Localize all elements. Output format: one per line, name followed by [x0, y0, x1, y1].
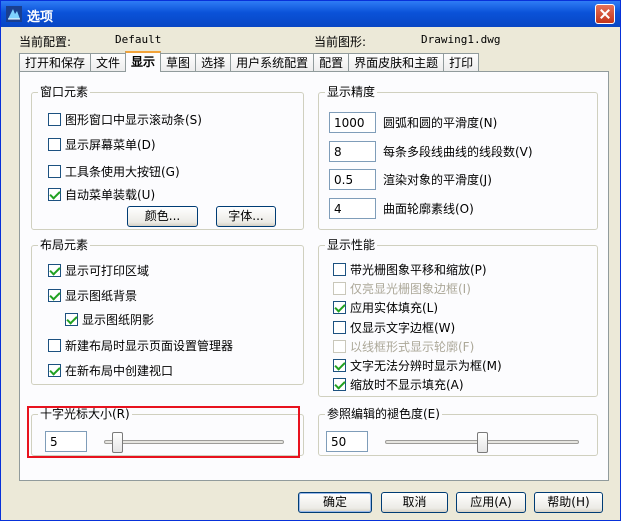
wireframe-silhouette-checkbox	[333, 340, 346, 353]
polyline-segments-label: 每条多段线曲线的线段数(V)	[383, 145, 533, 159]
auto-menu-checkbox[interactable]	[48, 188, 61, 201]
raster-pan-zoom-label: 带光栅图象平移和缩放(P)	[350, 263, 487, 277]
checkbox-row-text-frame[interactable]: 仅显示文字边框(W)	[333, 319, 455, 336]
arc-smoothness-input[interactable]	[329, 112, 376, 133]
page-setup-manager-label: 新建布局时显示页面设置管理器	[65, 339, 234, 353]
title-bar[interactable]: 选项	[1, 1, 620, 27]
screen-menu-checkbox[interactable]	[48, 138, 61, 151]
checkbox-row-printable-area[interactable]: 显示可打印区域	[48, 262, 149, 279]
auto-menu-label: 自动菜单装载(U)	[65, 188, 156, 202]
checkbox-row-auto-menu[interactable]: 自动菜单装载(U)	[48, 186, 155, 203]
checkbox-row-create-viewport[interactable]: 在新布局中创建视口	[48, 362, 173, 379]
text-as-box-checkbox[interactable]	[333, 359, 346, 372]
crosshair-size-slider-track[interactable]	[104, 440, 284, 444]
options-dialog: 选项 当前配置: Default 当前图形: Drawing1.dwg 打开和保…	[0, 0, 621, 521]
display-performance-group: 显示性能 带光栅图象平移和缩放(P) 仅亮显光栅图象边框(I) 应用实体填充(L…	[318, 237, 598, 397]
checkbox-row-page-setup-manager[interactable]: 新建布局时显示页面设置管理器	[48, 337, 233, 354]
render-smoothness-label: 渲染对象的平滑度(J)	[383, 173, 492, 187]
help-button[interactable]: 帮助(H)	[534, 492, 603, 513]
contour-lines-label: 曲面轮廓素线(O)	[383, 202, 474, 216]
display-performance-title: 显示性能	[325, 237, 378, 253]
checkbox-row-raster-pan-zoom[interactable]: 带光栅图象平移和缩放(P)	[333, 261, 487, 278]
arc-smoothness-label: 圆弧和圆的平滑度(N)	[383, 116, 498, 130]
cancel-button[interactable]: 取消	[381, 492, 448, 513]
large-buttons-label: 工具条使用大按钮(G)	[65, 165, 180, 179]
scrollbars-label: 图形窗口中显示滚动条(S)	[65, 113, 202, 127]
tab-profiles[interactable]: 配置	[313, 53, 350, 72]
raster-pan-zoom-checkbox[interactable]	[333, 263, 346, 276]
checkbox-row-solid-fill[interactable]: 应用实体填充(L)	[333, 299, 438, 316]
wireframe-silhouette-label: 以线框形式显示轮廓(F)	[350, 340, 475, 354]
tab-files[interactable]: 文件	[90, 53, 127, 72]
tab-selection[interactable]: 选择	[195, 53, 232, 72]
contour-lines-input[interactable]	[329, 198, 376, 219]
xref-fading-slider-thumb[interactable]	[476, 432, 488, 453]
tab-skin-theme[interactable]: 界面皮肤和主题	[348, 53, 445, 72]
tab-open-save[interactable]: 打开和保存	[19, 53, 92, 72]
checkbox-row-paper-shadow[interactable]: 显示图纸阴影	[65, 311, 154, 328]
text-frame-label: 仅显示文字边框(W)	[350, 321, 456, 335]
printable-area-checkbox[interactable]	[48, 264, 61, 277]
checkbox-row-screen-menu[interactable]: 显示屏幕菜单(D)	[48, 136, 156, 153]
raster-frame-only-checkbox	[333, 282, 346, 295]
crosshair-size-group: 十字光标大小(R)	[31, 406, 304, 456]
tab-user-preferences[interactable]: 用户系统配置	[230, 53, 315, 72]
window-elements-title: 窗口元素	[38, 84, 91, 100]
apply-button[interactable]: 应用(A)	[456, 492, 526, 513]
xref-fading-input[interactable]	[326, 431, 368, 452]
paper-background-label: 显示图纸背景	[65, 289, 138, 303]
create-viewport-label: 在新布局中创建视口	[65, 364, 174, 378]
no-fill-zoom-label: 缩放时不显示填充(A)	[350, 378, 464, 392]
paper-shadow-label: 显示图纸阴影	[82, 313, 155, 327]
crosshair-size-input[interactable]	[45, 431, 87, 452]
printable-area-label: 显示可打印区域	[65, 264, 150, 278]
layout-elements-group: 布局元素 显示可打印区域 显示图纸背景 显示图纸阴影 新建布局时显示页面设置管理…	[31, 237, 304, 385]
checkbox-row-large-buttons[interactable]: 工具条使用大按钮(G)	[48, 163, 180, 180]
paper-shadow-checkbox[interactable]	[65, 313, 78, 326]
close-button[interactable]	[595, 4, 615, 24]
render-smoothness-input[interactable]	[329, 169, 376, 190]
fonts-button[interactable]: 字体...	[216, 206, 276, 227]
create-viewport-checkbox[interactable]	[48, 364, 61, 377]
checkbox-row-no-fill-zoom[interactable]: 缩放时不显示填充(A)	[333, 376, 464, 393]
page-setup-manager-checkbox[interactable]	[48, 339, 61, 352]
tab-plot[interactable]: 打印	[443, 53, 480, 72]
app-logo-icon	[6, 6, 22, 22]
window-title: 选项	[27, 10, 54, 25]
xref-fading-group: 参照编辑的褪色度(E)	[318, 406, 598, 456]
layout-elements-title: 布局元素	[38, 237, 91, 253]
raster-frame-only-label: 仅亮显光栅图象边框(I)	[350, 282, 471, 296]
checkbox-row-paper-background[interactable]: 显示图纸背景	[48, 287, 137, 304]
colors-button[interactable]: 颜色...	[127, 206, 198, 227]
tab-display[interactable]: 显示	[125, 51, 162, 72]
checkbox-row-wireframe-silhouette: 以线框形式显示轮廓(F)	[333, 338, 474, 355]
text-frame-checkbox[interactable]	[333, 321, 346, 334]
scrollbars-checkbox[interactable]	[48, 113, 61, 126]
current-drawing-label: 当前图形:	[314, 35, 367, 49]
checkbox-row-text-as-box[interactable]: 文字无法分辨时显示为框(M)	[333, 357, 502, 374]
display-precision-title: 显示精度	[325, 84, 378, 100]
current-profile-value: Default	[115, 33, 162, 46]
large-buttons-checkbox[interactable]	[48, 165, 61, 178]
text-as-box-label: 文字无法分辨时显示为框(M)	[350, 359, 502, 373]
xref-fading-title: 参照编辑的褪色度(E)	[325, 406, 442, 422]
screen-menu-label: 显示屏幕菜单(D)	[65, 138, 156, 152]
current-drawing-value: Drawing1.dwg	[421, 33, 501, 46]
ok-button[interactable]: 确定	[298, 492, 372, 513]
display-precision-group: 显示精度 圆弧和圆的平滑度(N) 每条多段线曲线的线段数(V) 渲染对象的平滑度…	[318, 84, 598, 230]
crosshair-size-title: 十字光标大小(R)	[38, 406, 132, 422]
checkbox-row-scrollbars[interactable]: 图形窗口中显示滚动条(S)	[48, 111, 202, 128]
no-fill-zoom-checkbox[interactable]	[333, 378, 346, 391]
checkbox-row-raster-frame-only: 仅亮显光栅图象边框(I)	[333, 280, 471, 297]
display-tab-panel: 窗口元素 图形窗口中显示滚动条(S) 显示屏幕菜单(D) 工具条使用大按钮(G)…	[19, 71, 609, 481]
window-elements-group: 窗口元素 图形窗口中显示滚动条(S) 显示屏幕菜单(D) 工具条使用大按钮(G)…	[31, 84, 304, 230]
tab-strip: 打开和保存 文件 显示 草图 选择 用户系统配置 配置 界面皮肤和主题 打印	[19, 51, 480, 72]
current-profile-label: 当前配置:	[19, 35, 72, 49]
solid-fill-label: 应用实体填充(L)	[350, 301, 439, 315]
tab-drafting[interactable]: 草图	[160, 53, 197, 72]
crosshair-size-slider-thumb[interactable]	[112, 432, 124, 453]
polyline-segments-input[interactable]	[329, 141, 376, 162]
paper-background-checkbox[interactable]	[48, 289, 61, 302]
solid-fill-checkbox[interactable]	[333, 301, 346, 314]
